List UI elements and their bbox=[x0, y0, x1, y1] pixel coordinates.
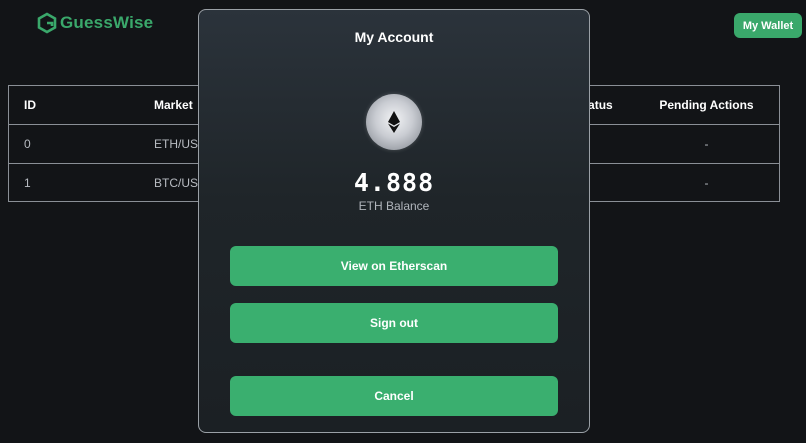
eth-balance-value: 4.888 bbox=[353, 168, 435, 197]
logo-text: GuessWise bbox=[60, 13, 154, 32]
column-header-pending: Pending Actions bbox=[634, 86, 779, 125]
account-modal: My Account 4.888 ETH Balance View on Eth… bbox=[198, 9, 590, 433]
row-id: 1 bbox=[24, 176, 31, 190]
eth-balance-label: ETH Balance bbox=[358, 199, 430, 213]
column-header-id: ID bbox=[9, 86, 84, 125]
my-wallet-button[interactable]: My Wallet bbox=[734, 13, 802, 38]
guesswise-logo-icon bbox=[37, 12, 57, 34]
view-on-etherscan-button[interactable]: View on Etherscan bbox=[230, 246, 558, 286]
ethereum-icon bbox=[388, 111, 400, 133]
row-pending: - bbox=[704, 176, 709, 190]
sign-out-button[interactable]: Sign out bbox=[230, 303, 558, 343]
row-id: 0 bbox=[9, 124, 84, 164]
cancel-button[interactable]: Cancel bbox=[230, 376, 558, 416]
app-logo[interactable]: GuessWise bbox=[36, 12, 153, 34]
row-pending: - bbox=[634, 124, 779, 164]
ethereum-avatar bbox=[366, 94, 422, 150]
modal-title: My Account bbox=[354, 29, 434, 45]
